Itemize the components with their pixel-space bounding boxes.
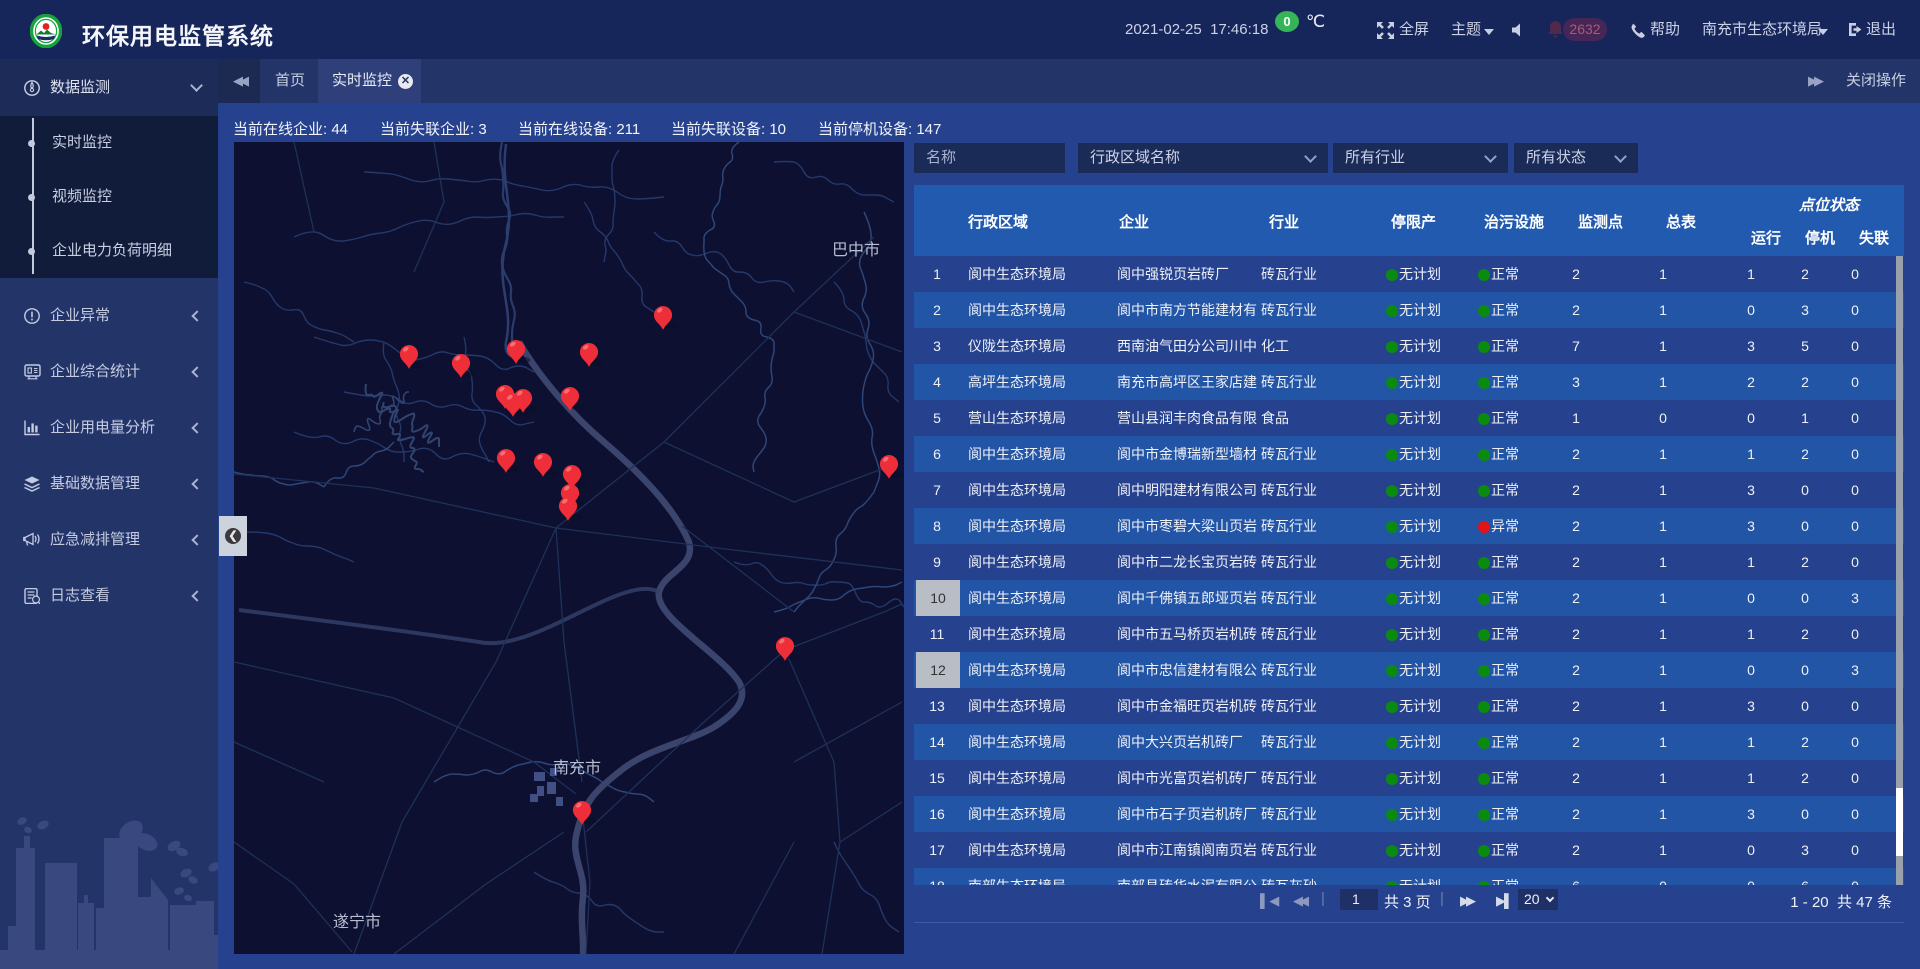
svg-text:南充市: 南充市 [553,759,601,777]
svg-text:遂宁市: 遂宁市 [333,913,381,931]
svg-text:巴中市: 巴中市 [832,241,880,259]
